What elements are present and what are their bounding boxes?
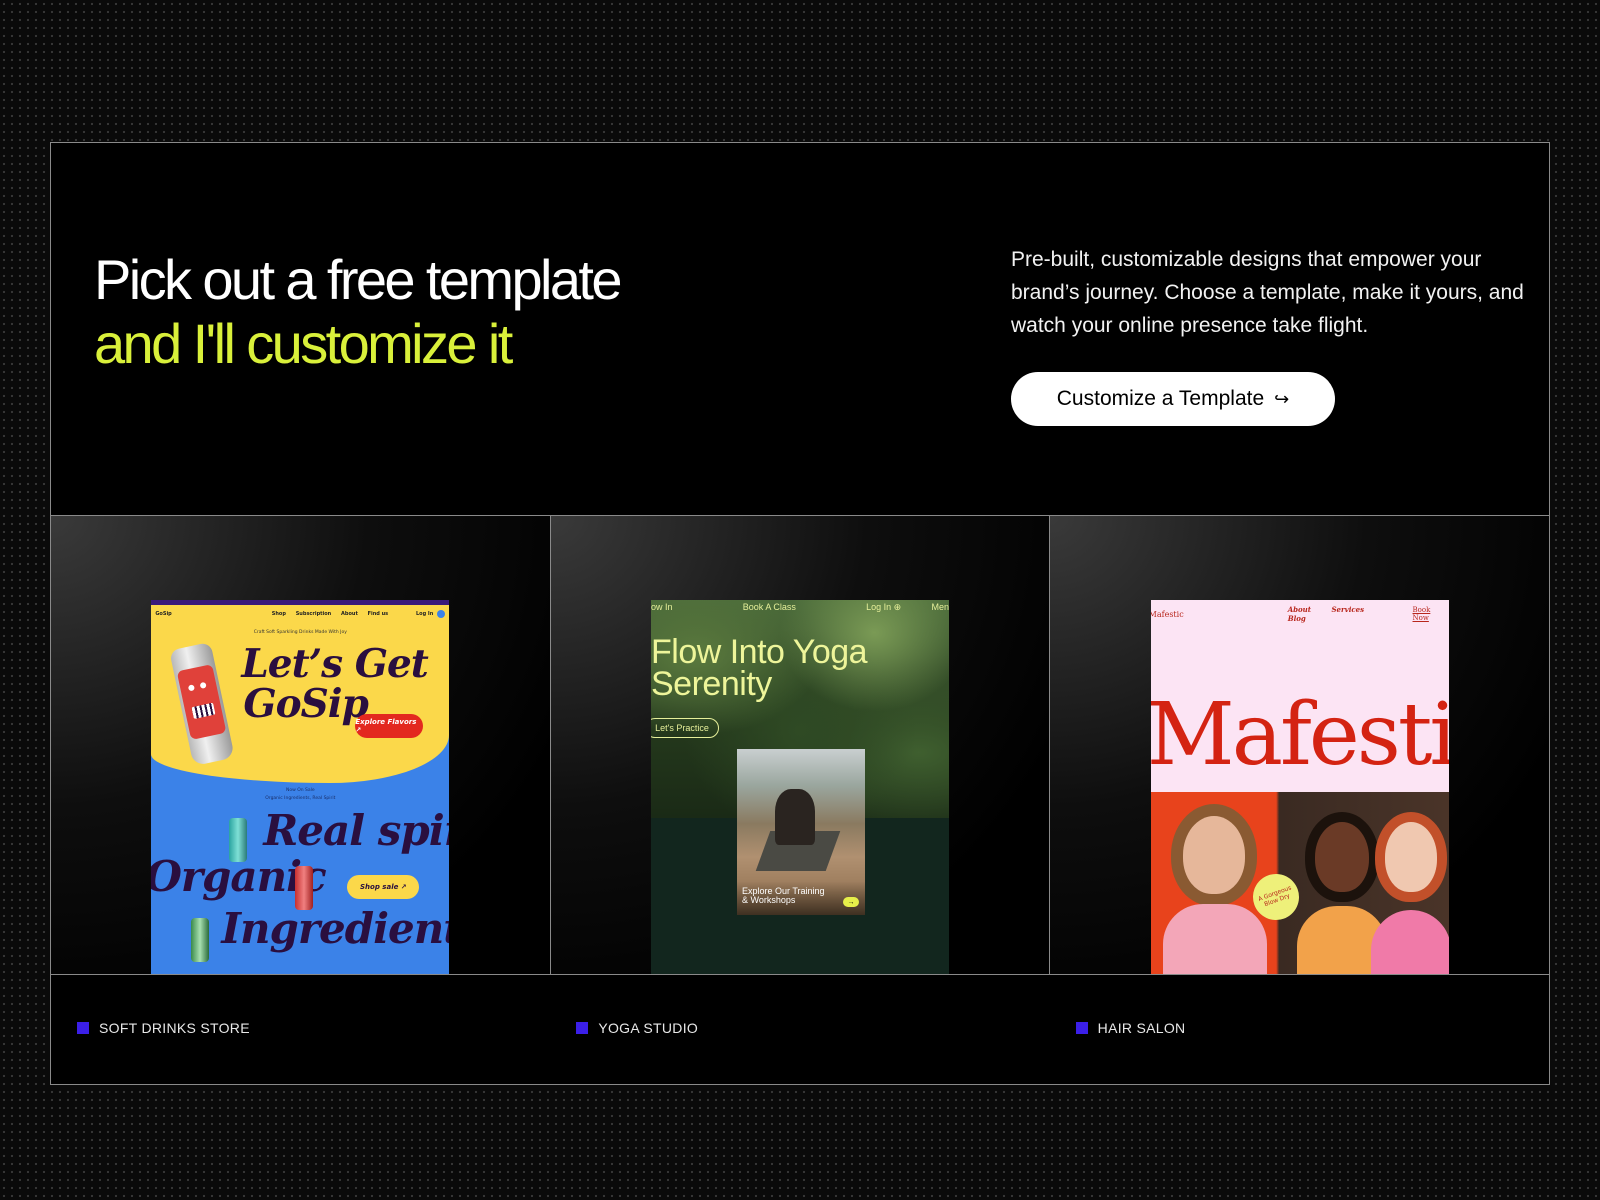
- arrow-return-icon: ↪: [1274, 388, 1290, 409]
- template-card-soft-drinks[interactable]: GoSip Shop Subscription About Find us Lo…: [51, 516, 550, 974]
- preview-logo: Mafestic: [1150, 609, 1184, 619]
- ingredients-text: Ingredients: [221, 904, 449, 953]
- hero: Pick out a free template and I'll custom…: [51, 143, 1549, 515]
- preview-nav-item: Shop: [271, 611, 286, 617]
- soft-drinks-preview[interactable]: GoSip Shop Subscription About Find us Lo…: [151, 600, 450, 974]
- preview-headline-line-2: Serenity: [651, 665, 772, 703]
- preview-login: Log In: [415, 611, 434, 617]
- preview-nav-item: Subscription: [295, 611, 332, 617]
- square-bullet-icon: [576, 1021, 589, 1034]
- shop-sale-button: Shop sale ↗: [347, 875, 420, 899]
- yoga-class-photo: Explore Our Training & Workshops →: [737, 749, 865, 915]
- lets-practice-button: Let's Practice: [651, 718, 719, 738]
- template-cards: GoSip Shop Subscription About Find us Lo…: [51, 515, 1550, 975]
- preview-headline-line-1: Let’s Get: [241, 641, 428, 687]
- template-card-hair-salon[interactable]: Mafestic About Services Blog Book Now Ma…: [1049, 516, 1550, 974]
- preview-headline: Flow Into Yoga Serenity: [651, 633, 868, 703]
- arrow-right-icon: →: [843, 897, 859, 907]
- preview-nav-item: Book A Class: [742, 602, 796, 612]
- template-label-hair-salon[interactable]: HAIR SALON: [1050, 975, 1549, 1086]
- headline-line-2: and I'll customize it: [94, 312, 513, 375]
- book-now-link: Book Now: [1412, 606, 1431, 622]
- template-label-text: YOGA STUDIO: [598, 1019, 699, 1036]
- preview-nav-item: ow In: [651, 602, 673, 612]
- preview-nav: GoSip Shop Subscription About Find us Lo…: [151, 605, 450, 623]
- preview-nav-item: About: [1287, 605, 1312, 614]
- yoga-preview[interactable]: ow In Book A Class Log In ⊕ Men Flow Int…: [651, 600, 949, 974]
- explore-flavors-button: Explore Flavors ↗: [355, 714, 424, 738]
- square-bullet-icon: [77, 1021, 89, 1034]
- real-spirit-text: Real spirit: [263, 806, 449, 855]
- now-on-sale-text: Now On Sale: [285, 788, 315, 793]
- preview-nav: ow In Book A Class Log In ⊕ Men: [651, 602, 949, 616]
- template-section: Pick out a free template and I'll custom…: [50, 142, 1550, 1085]
- template-labels: SOFT DRINKS STORE YOGA STUDIO HAIR SALON: [51, 975, 1549, 1086]
- preview-headline: Let’s Get GoSip: [241, 644, 428, 724]
- preview-nav: Mafestic About Services Blog Book Now: [1150, 605, 1449, 623]
- model-figure: [1370, 792, 1449, 974]
- template-card-yoga[interactable]: ow In Book A Class Log In ⊕ Men Flow Int…: [549, 516, 1050, 974]
- hair-salon-preview[interactable]: Mafestic About Services Blog Book Now Ma…: [1150, 600, 1449, 974]
- preview-nav-item: Services: [1331, 605, 1365, 614]
- template-label-soft-drinks[interactable]: SOFT DRINKS STORE: [51, 975, 550, 1086]
- preview-nav-item: Log In ⊕: [866, 602, 902, 612]
- cart-icon: [437, 610, 446, 618]
- preview-nav-item: Men: [931, 602, 949, 612]
- hero-description: Pre-built, customizable designs that emp…: [1011, 248, 1524, 337]
- mini-can-icon: [191, 918, 210, 962]
- yoga-figure: [775, 789, 815, 845]
- headline: Pick out a free template and I'll custom…: [94, 248, 623, 376]
- preview-headline-line-1: Flow Into Yoga: [651, 633, 868, 671]
- template-label-text: SOFT DRINKS STORE: [99, 1019, 250, 1036]
- training-caption-text: Explore Our Training & Workshops: [742, 886, 825, 905]
- customize-template-button[interactable]: Customize a Template ↪: [1011, 372, 1335, 426]
- customize-template-label: Customize a Template: [1056, 387, 1265, 410]
- sub-tagline-text: Organic Ingredients, Real Spirit: [265, 796, 336, 801]
- preview-nav-item: Blog: [1287, 614, 1306, 623]
- square-bullet-icon: [1075, 1021, 1088, 1034]
- preview-nav-item: Find us: [367, 611, 389, 617]
- model-figure: [1159, 792, 1271, 974]
- preview-nav-item: About: [341, 611, 358, 617]
- template-label-text: HAIR SALON: [1097, 1019, 1186, 1036]
- preview-tagline: Craft Soft Sparkling Drinks Made With Jo…: [253, 630, 347, 635]
- headline-line-1: Pick out a free template: [94, 248, 623, 311]
- salon-wordmark: Mafestic: [1150, 685, 1449, 785]
- preview-logo: GoSip: [155, 611, 172, 617]
- template-label-yoga[interactable]: YOGA STUDIO: [550, 975, 1049, 1086]
- models-photo: [1150, 792, 1449, 974]
